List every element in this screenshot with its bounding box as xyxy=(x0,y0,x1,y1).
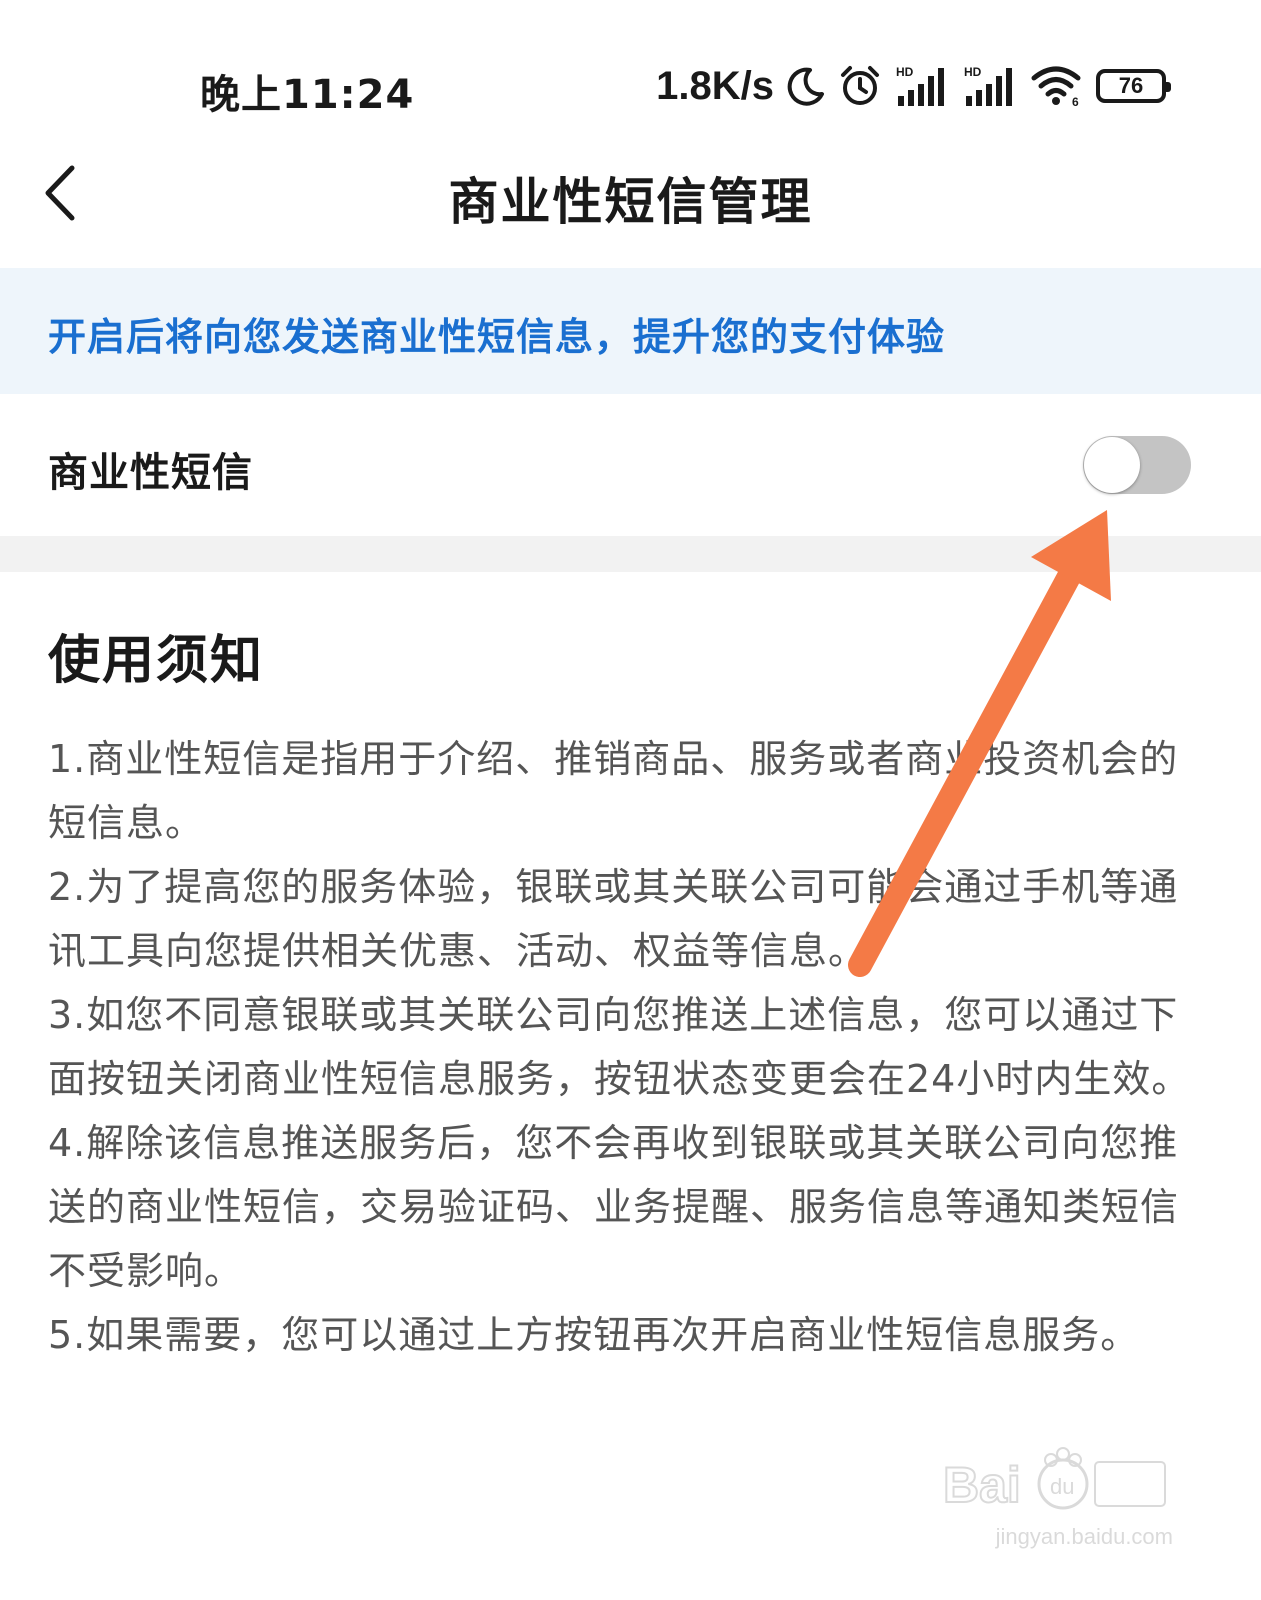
notice-list: 1.商业性短信是指用于介绍、推销商品、服务或者商业投资机会的短信息。 2.为了提… xyxy=(48,727,1208,1367)
banner-text: 开启后将向您发送商业性短信息，提升您的支付体验 xyxy=(48,315,946,359)
notice-item: 3.如您不同意银联或其关联公司向您推送上述信息，您可以通过下面按钮关闭商业性短信… xyxy=(48,993,1191,1101)
signal-hd-icon: HD xyxy=(962,64,1018,108)
usage-notice: 使用须知 1.商业性短信是指用于介绍、推销商品、服务或者商业投资机会的短信息。 … xyxy=(48,572,1208,1367)
alarm-icon xyxy=(838,64,882,108)
baidu-logo-icon: Bai du xyxy=(942,1447,1166,1514)
moon-icon xyxy=(786,66,826,106)
toggle-knob xyxy=(1084,437,1140,493)
svg-text:Bai: Bai xyxy=(943,1457,1021,1513)
watermark-domain: jingyan.baidu.com xyxy=(995,1524,1173,1549)
notice-item: 4.解除该信息推送服务后，您不会再收到银联或其关联公司向您推送的商业性短信，交易… xyxy=(48,1121,1180,1293)
status-icons: 1.8K/s HD HD 6 76 xyxy=(656,60,1171,112)
commercial-sms-toggle[interactable] xyxy=(1083,436,1191,494)
svg-text:HD: HD xyxy=(896,65,914,79)
battery-icon: 76 xyxy=(1096,69,1171,103)
svg-text:HD: HD xyxy=(964,65,982,79)
svg-text:6: 6 xyxy=(1072,95,1079,108)
status-time: 晚上11:24 xyxy=(200,72,415,118)
header: 商业性短信管理 xyxy=(0,140,1261,268)
page-title: 商业性短信管理 xyxy=(448,173,813,231)
status-bar: 晚上11:24 1.8K/s HD HD 6 76 xyxy=(0,0,1261,140)
notice-item: 5.如果需要，您可以通过上方按钮再次开启商业性短信息服务。 xyxy=(48,1313,1140,1357)
notice-item: 1.商业性短信是指用于介绍、推销商品、服务或者商业投资机会的短信息。 xyxy=(48,737,1179,845)
wifi-icon: 6 xyxy=(1030,64,1084,108)
notice-title: 使用须知 xyxy=(48,631,265,691)
signal-hd-icon: HD xyxy=(894,64,950,108)
commercial-sms-label: 商业性短信 xyxy=(48,450,253,496)
section-divider xyxy=(0,536,1261,572)
commercial-sms-setting-row: 商业性短信 xyxy=(0,394,1261,536)
network-speed: 1.8K/s xyxy=(656,63,774,108)
battery-level: 76 xyxy=(1118,73,1144,98)
baidu-jingyan-watermark: Bai du jingyan.baidu.com xyxy=(942,1440,1173,1550)
notice-item: 2.为了提高您的服务体验，银联或其关联公司可能会通过手机等通讯工具向您提供相关优… xyxy=(48,865,1179,973)
svg-text:du: du xyxy=(1050,1474,1074,1499)
info-banner: 开启后将向您发送商业性短信息，提升您的支付体验 xyxy=(0,268,1261,394)
